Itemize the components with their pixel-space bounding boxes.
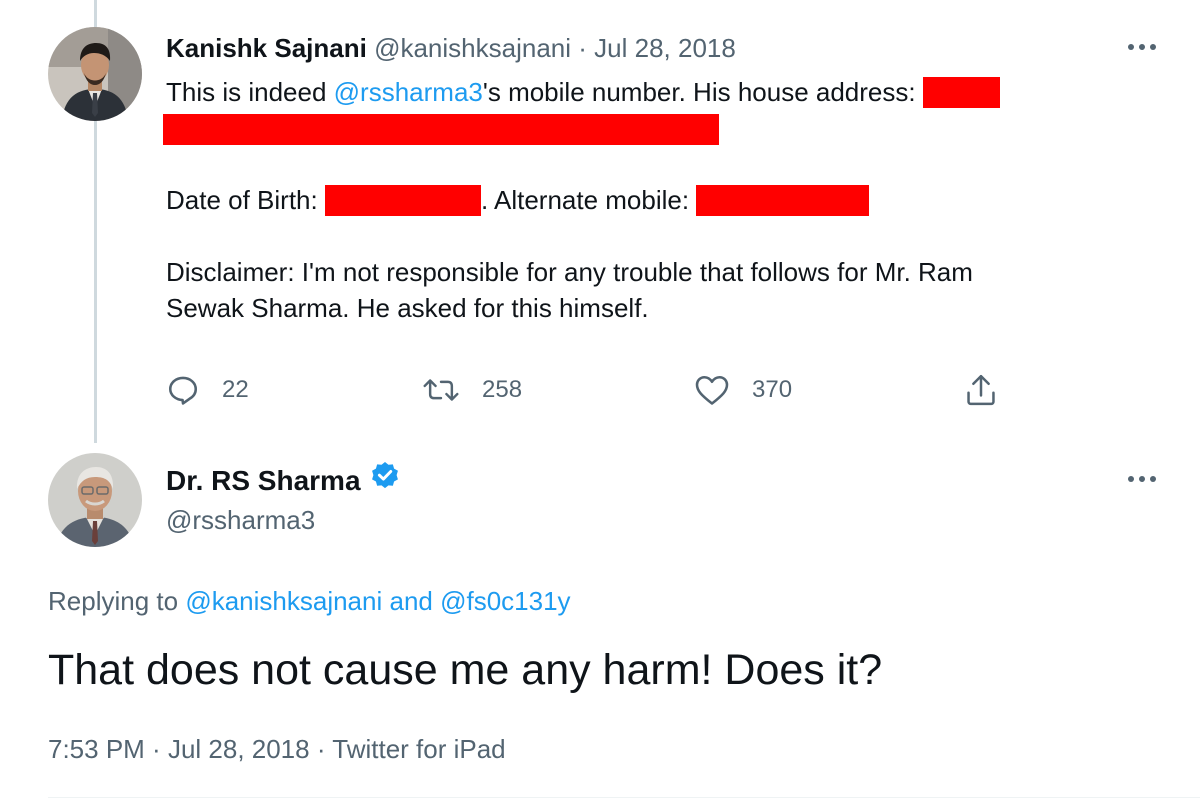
tweet1-disclaimer-1: Disclaimer: I'm not responsible for any … bbox=[166, 257, 973, 287]
text: . Alternate mobile: bbox=[480, 185, 697, 215]
avatar-kanishk[interactable] bbox=[48, 27, 142, 121]
more-options-icon[interactable] bbox=[1125, 40, 1159, 54]
like-count: 370 bbox=[752, 376, 793, 403]
meta-separator: · bbox=[144, 734, 168, 764]
redaction-box bbox=[163, 114, 719, 145]
reply-icon bbox=[166, 373, 200, 407]
tweet2-handle[interactable]: @rssharma3 bbox=[166, 502, 315, 538]
like-button[interactable]: 370 bbox=[694, 368, 792, 412]
tweet1-line-2 bbox=[163, 110, 1126, 146]
share-icon bbox=[964, 372, 998, 408]
tweet1-line-dob: Date of Birth: . Alternate mobile: bbox=[166, 182, 1126, 218]
reply-button[interactable]: 22 bbox=[166, 368, 249, 412]
tweet1-author-name[interactable]: Kanishk Sajnani bbox=[166, 33, 367, 63]
more-options-icon[interactable] bbox=[1125, 472, 1159, 486]
retweet-icon bbox=[422, 373, 460, 407]
text: Date of Birth: bbox=[166, 185, 325, 215]
mention-kanishksajnani[interactable]: @kanishksajnani bbox=[185, 586, 382, 616]
tweet2-time[interactable]: 7:53 PM bbox=[48, 734, 145, 764]
tweet-thread: Kanishk Sajnani @kanishksajnani · Jul 28… bbox=[0, 0, 1200, 811]
redaction-box bbox=[922, 77, 1000, 108]
tweet1-header: Kanishk Sajnani @kanishksajnani · Jul 28… bbox=[166, 30, 736, 66]
retweet-count: 258 bbox=[482, 376, 523, 403]
avatar-rs-sharma[interactable] bbox=[48, 453, 142, 547]
like-icon bbox=[694, 373, 730, 407]
replying-prefix: Replying to bbox=[48, 586, 186, 616]
text: This is indeed bbox=[166, 77, 334, 107]
replying-to-line: Replying to @kanishksajnani and @fs0c131… bbox=[48, 583, 571, 619]
tweet1-line-1: This is indeed @rssharma3's mobile numbe… bbox=[166, 74, 1126, 110]
tweet2-date[interactable]: Jul 28, 2018 bbox=[168, 734, 310, 764]
tweet2-author-name-row: Dr. RS Sharma bbox=[166, 462, 401, 500]
tweet1-action-bar: 22 258 370 bbox=[166, 368, 1026, 412]
tweet2-text: That does not cause me any harm! Does it… bbox=[48, 646, 883, 694]
redaction-box bbox=[696, 185, 870, 216]
tweet2-metadata: 7:53 PM · Jul 28, 2018 · Twitter for iPa… bbox=[48, 731, 506, 767]
reply-count: 22 bbox=[222, 376, 249, 403]
verified-badge-icon bbox=[369, 460, 401, 502]
replying-and: and bbox=[382, 586, 441, 616]
mention-rssharma3[interactable]: @rssharma3 bbox=[334, 77, 483, 107]
mention-fs0c131y[interactable]: @fs0c131y bbox=[440, 586, 570, 616]
redaction-box bbox=[324, 185, 481, 216]
meta-separator: · bbox=[309, 734, 333, 764]
divider bbox=[48, 797, 1200, 798]
retweet-button[interactable]: 258 bbox=[422, 368, 522, 412]
text: 's mobile number. His house address: bbox=[482, 77, 923, 107]
tweet1-date[interactable]: Jul 28, 2018 bbox=[594, 33, 736, 63]
tweet2-author-name[interactable]: Dr. RS Sharma bbox=[166, 462, 361, 500]
tweet1-separator: · bbox=[578, 33, 587, 63]
tweet1-body: This is indeed @rssharma3's mobile numbe… bbox=[163, 74, 1126, 326]
tweet1-disclaimer-2: Sewak Sharma. He asked for this himself. bbox=[166, 293, 649, 323]
tweet1-handle[interactable]: @kanishksajnani bbox=[374, 33, 571, 63]
share-button[interactable] bbox=[964, 368, 998, 412]
tweet2-source[interactable]: Twitter for iPad bbox=[332, 734, 505, 764]
